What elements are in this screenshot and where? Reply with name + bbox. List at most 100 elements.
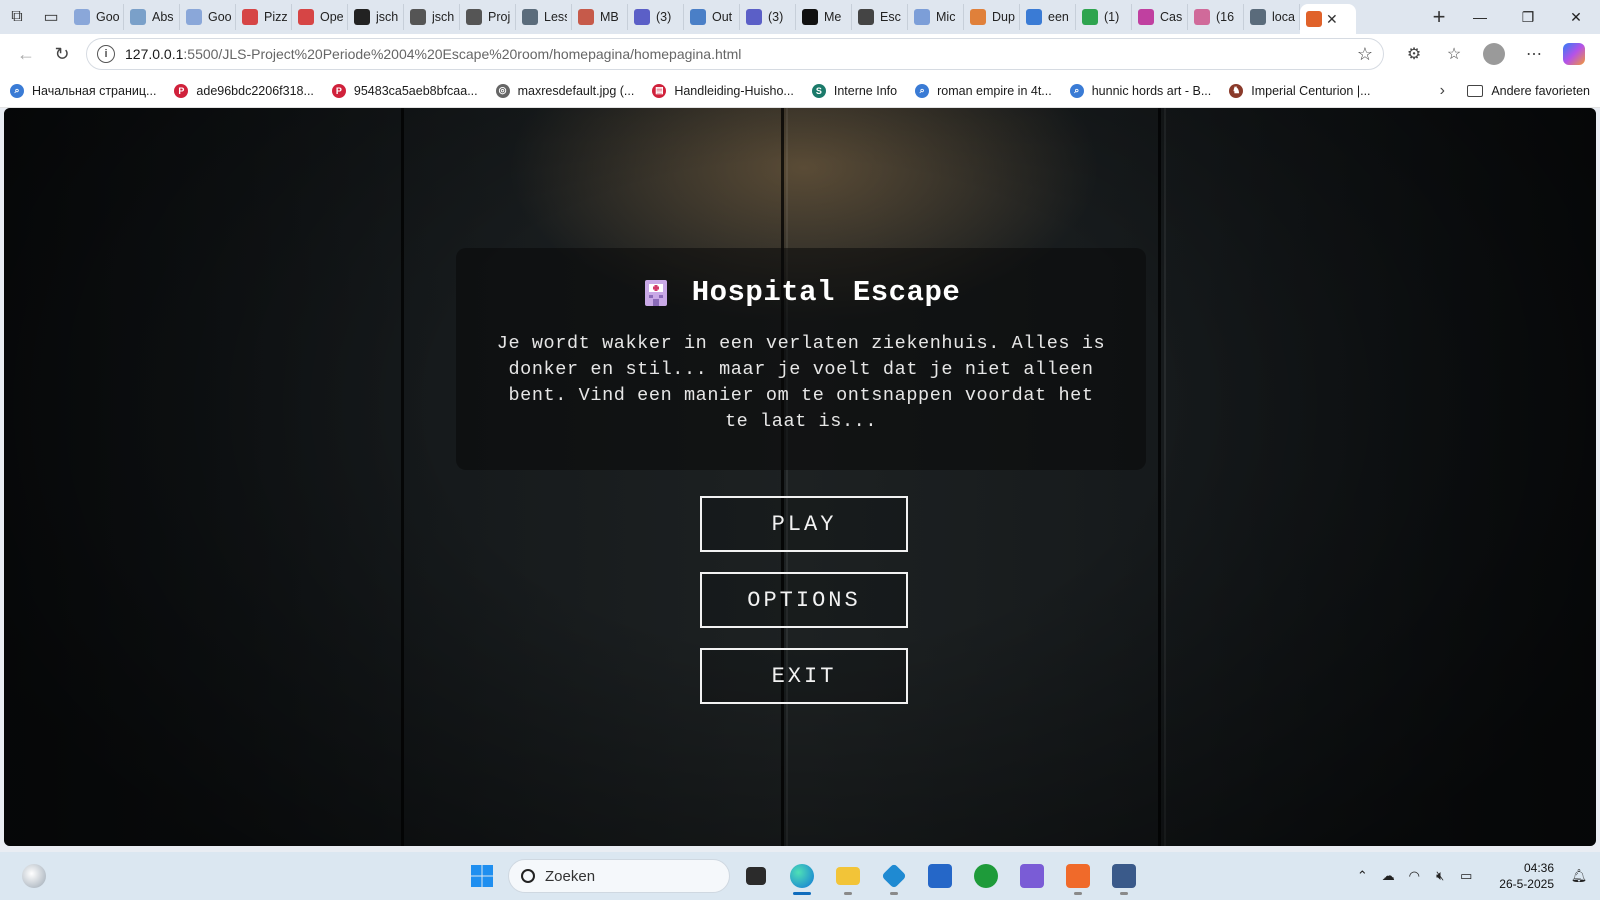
browser-tab[interactable]: MB: [572, 4, 628, 30]
browser-tab[interactable]: Ope: [292, 4, 348, 30]
bookmark-favicon-icon: ♞: [1229, 83, 1244, 98]
bookmark-item[interactable]: ▤ Handleiding-Huisho...: [652, 83, 794, 98]
tab-favicon-icon: [578, 9, 594, 25]
browser-tab[interactable]: (1): [1076, 4, 1132, 30]
terminal-app-icon[interactable]: [1104, 856, 1144, 896]
volume-muted-icon[interactable]: 🔇︎: [1427, 852, 1453, 900]
browser-tab[interactable]: jsch: [348, 4, 404, 30]
site-info-icon[interactable]: i: [97, 45, 115, 63]
bookmark-label: Interne Info: [833, 83, 898, 98]
tab-favicon-icon: [1138, 9, 1154, 25]
copilot-button[interactable]: [1556, 38, 1592, 70]
url-text[interactable]: 127.0.0.1:5500/JLS-Project%20Periode%200…: [125, 46, 741, 62]
windows-logo-icon: [471, 865, 493, 887]
bookmark-item[interactable]: Pade96bdc2206f318...: [174, 83, 314, 98]
browser-tab[interactable]: Pizz: [236, 4, 292, 30]
bookmarks-bar: ⌕ Начальная страниц... Pade96bdc2206f318..…: [0, 74, 1600, 108]
task-view-icon[interactable]: [736, 856, 776, 896]
bookmark-favicon-icon: P: [174, 83, 189, 98]
search-icon: [521, 869, 535, 883]
browser-tab[interactable]: Me: [796, 4, 852, 30]
browser-tab[interactable]: Out: [684, 4, 740, 30]
bookmark-item[interactable]: ♞ Imperial Centurion |...: [1229, 83, 1371, 98]
intro-card: Hospital Escape Je wordt wakker in een v…: [456, 248, 1146, 470]
edge-browser-icon[interactable]: [782, 856, 822, 896]
browser-tab[interactable]: Dup: [964, 4, 1020, 30]
folder-icon: [1467, 84, 1484, 97]
profile-button[interactable]: [1476, 38, 1512, 70]
other-favorites-label: Andere favorieten: [1491, 83, 1590, 98]
more-menu-icon[interactable]: ⋯: [1516, 38, 1552, 70]
new-tab-button[interactable]: +: [1422, 0, 1456, 34]
play-button[interactable]: PLAY: [700, 496, 908, 552]
tab-label: Cas: [1160, 10, 1183, 24]
tab-label: Ope: [320, 10, 343, 24]
browser-tab[interactable]: (16: [1188, 4, 1244, 30]
browser-tab[interactable]: loca: [1244, 4, 1300, 30]
bookmark-item[interactable]: ◎ maxresdefault.jpg (...: [495, 83, 634, 98]
xbox-icon[interactable]: [966, 856, 1006, 896]
bookmark-item[interactable]: ⌕ roman empire in 4t...: [915, 83, 1052, 98]
browser-tab[interactable]: een: [1020, 4, 1076, 30]
vertical-tabs-icon[interactable]: ▭: [34, 0, 68, 34]
minimize-button[interactable]: —: [1456, 0, 1504, 34]
close-window-button[interactable]: ✕: [1552, 0, 1600, 34]
clock-time: 04:36: [1523, 861, 1554, 875]
file-explorer-icon[interactable]: [828, 856, 868, 896]
bookmark-item[interactable]: ⌕ Начальная страниц...: [10, 83, 156, 98]
notifications-bell-icon[interactable]: 🔔︎: [1566, 852, 1592, 900]
tab-label: Dup: [992, 10, 1015, 24]
browser-tab[interactable]: Goo: [180, 4, 236, 30]
extensions-icon[interactable]: ⚙: [1396, 38, 1432, 70]
tab-label: Abs: [152, 10, 174, 24]
taskbar-clock[interactable]: 04:36 26-5-2025: [1499, 860, 1554, 892]
options-button[interactable]: OPTIONS: [700, 572, 908, 628]
browser-tab[interactable]: Mic: [908, 4, 964, 30]
microsoft-store-icon[interactable]: [920, 856, 960, 896]
onedrive-icon[interactable]: ☁: [1375, 852, 1401, 900]
browser-tab[interactable]: Less: [516, 4, 572, 30]
browser-tab[interactable]: (3): [628, 4, 684, 30]
browser-tab[interactable]: Proj: [460, 4, 516, 30]
bookmark-item[interactable]: S Interne Info: [811, 83, 898, 98]
bookmark-label: Handleiding-Huisho...: [674, 83, 794, 98]
active-browser-tab[interactable]: ✕: [1300, 4, 1356, 34]
game-description: Je wordt wakker in een verlaten ziekenhu…: [496, 333, 1106, 432]
bookmark-item[interactable]: P 95483ca5aeb8bfcaa...: [331, 83, 478, 98]
xampp-icon[interactable]: [1058, 856, 1098, 896]
favorites-icon[interactable]: ☆: [1436, 38, 1472, 70]
browser-tab[interactable]: Cas: [1132, 4, 1188, 30]
system-tray: ⌃ ☁ ◠ 🔇︎ ▭ 04:36 26-5-2025 🔔︎: [1349, 852, 1600, 900]
bookmark-item[interactable]: ⌕ hunnic hords art - B...: [1069, 83, 1211, 98]
workspaces-icon[interactable]: ⧉: [0, 0, 34, 34]
restore-button[interactable]: ❐: [1504, 0, 1552, 34]
taskbar-search[interactable]: Zoeken: [508, 859, 730, 893]
weather-widget-icon[interactable]: [22, 864, 46, 888]
close-tab-icon[interactable]: ✕: [1326, 11, 1338, 28]
favorite-star-icon[interactable]: ☆: [1357, 44, 1373, 65]
show-hidden-icons-chevron-icon[interactable]: ⌃: [1349, 852, 1375, 900]
start-button[interactable]: [462, 856, 502, 896]
tab-favicon-icon: [74, 9, 90, 25]
tab-label: (16: [1216, 10, 1235, 24]
bookmark-favicon-icon: ▤: [652, 83, 667, 98]
copilot-icon: [1563, 43, 1585, 65]
exit-button[interactable]: EXIT: [700, 648, 908, 704]
browser-tab[interactable]: Goo: [68, 4, 124, 30]
other-favorites-folder[interactable]: Andere favorieten: [1467, 84, 1590, 98]
battery-icon[interactable]: ▭: [1453, 852, 1479, 900]
tab-favicon-icon: [1306, 11, 1322, 27]
browser-tab[interactable]: (3): [740, 4, 796, 30]
refresh-button[interactable]: ↻: [44, 38, 80, 70]
wifi-icon[interactable]: ◠: [1401, 852, 1427, 900]
outlook-icon[interactable]: [1012, 856, 1052, 896]
browser-tab[interactable]: jsch: [404, 4, 460, 30]
address-bar[interactable]: i 127.0.0.1:5500/JLS-Project%20Periode%2…: [86, 38, 1384, 70]
page-viewport: Hospital Escape Je wordt wakker in een v…: [4, 108, 1596, 846]
back-button[interactable]: ←: [8, 38, 44, 70]
browser-tab[interactable]: Esc: [852, 4, 908, 30]
bookmarks-overflow-chevron-icon[interactable]: ›: [1427, 82, 1457, 100]
browser-tab[interactable]: Abs: [124, 4, 180, 30]
tab-label: Out: [712, 10, 733, 24]
vscode-icon[interactable]: [874, 856, 914, 896]
